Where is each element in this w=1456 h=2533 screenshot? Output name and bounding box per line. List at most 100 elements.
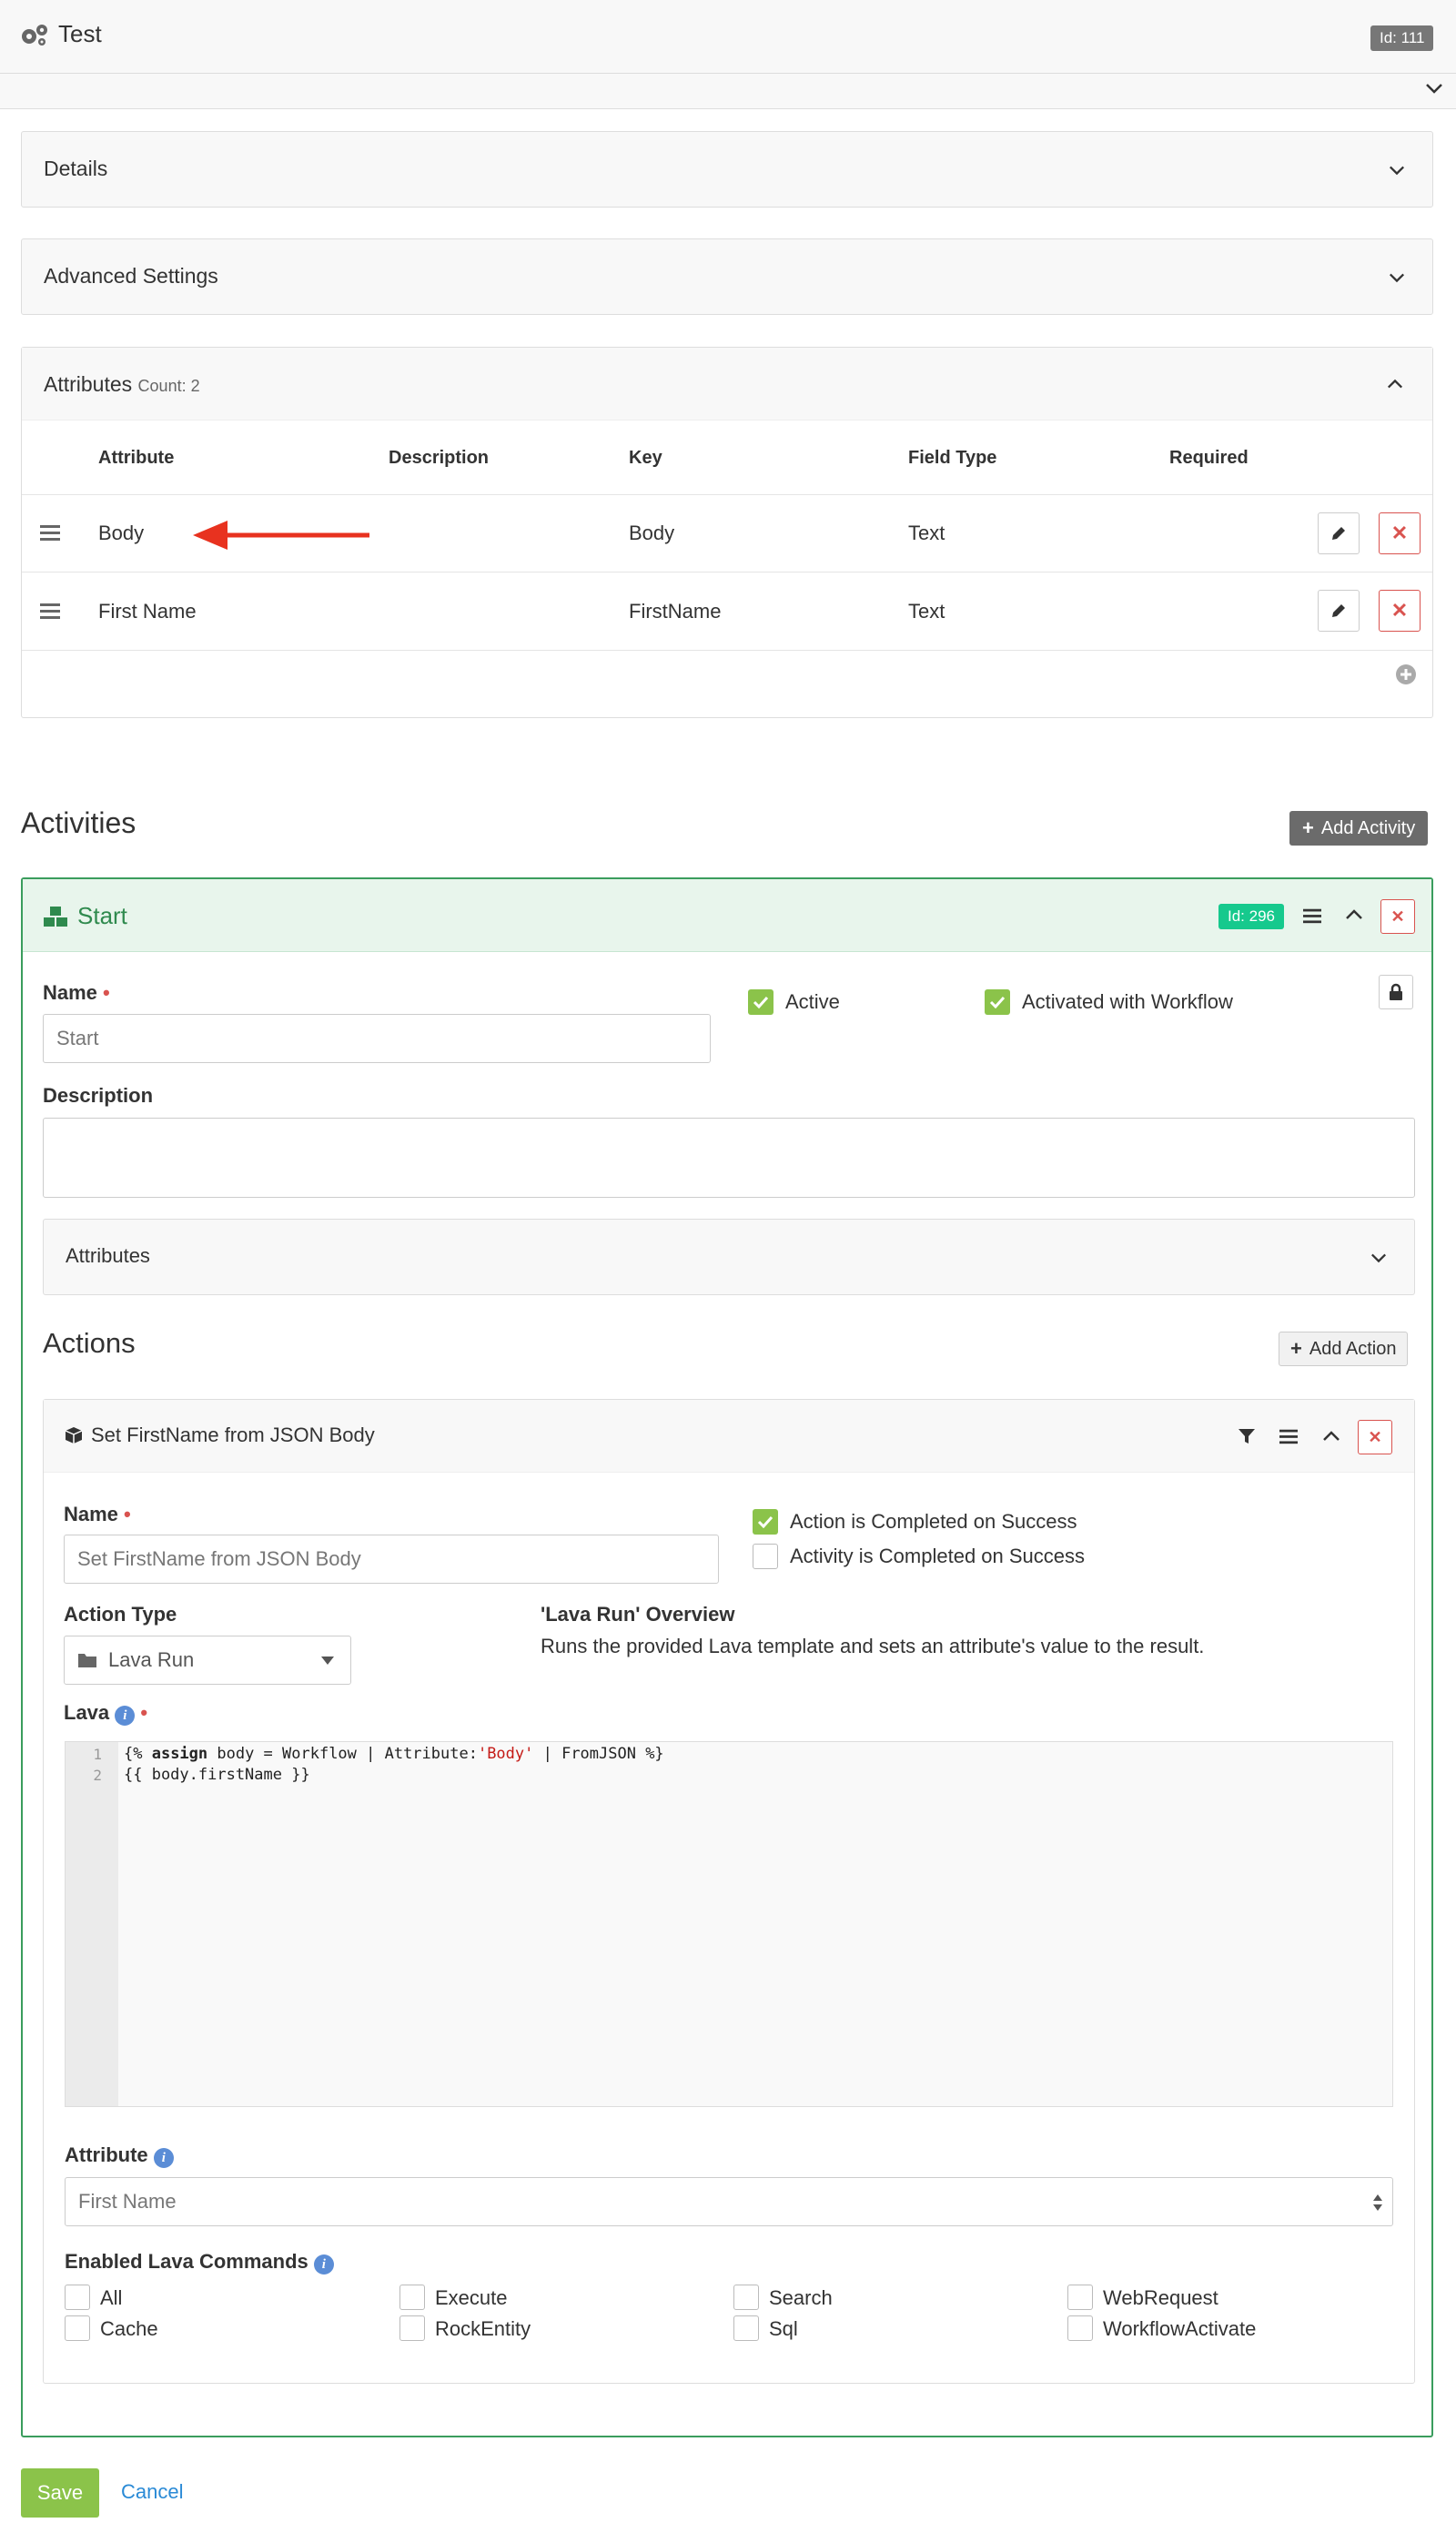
attributes-panel-title: Attributes Count: 2 xyxy=(44,372,200,397)
active-checkbox[interactable] xyxy=(748,989,774,1015)
code-token: body = Workflow | Attribute: xyxy=(207,1745,478,1763)
advanced-settings-panel[interactable]: Advanced Settings xyxy=(21,238,1433,315)
pencil-icon xyxy=(1332,604,1345,617)
attribute-key: Body xyxy=(629,522,675,544)
info-icon[interactable]: i xyxy=(313,2254,334,2275)
required-indicator: • xyxy=(140,1701,148,1724)
activities-heading: Activities xyxy=(21,806,136,839)
delete-button[interactable]: ✕ xyxy=(1379,590,1421,632)
edit-button[interactable] xyxy=(1318,590,1360,632)
col-header-attribute: Attribute xyxy=(98,448,175,468)
add-action-button[interactable]: + Add Action xyxy=(1279,1332,1409,1366)
add-action-label: Add Action xyxy=(1309,1338,1397,1359)
command-checkbox-rockentity[interactable] xyxy=(399,2315,425,2341)
action-header[interactable]: Set FirstName from JSON Body ✕ xyxy=(44,1400,1414,1473)
details-panel[interactable]: Details xyxy=(21,131,1433,208)
attributes-panel-header[interactable]: Attributes Count: 2 xyxy=(22,348,1432,420)
required-indicator: • xyxy=(124,1503,131,1525)
table-divider xyxy=(22,494,1432,495)
folder-icon xyxy=(78,1654,96,1667)
activity-completed-label: Activity is Completed on Success xyxy=(790,1545,1086,1567)
info-icon[interactable]: i xyxy=(153,2148,174,2168)
check-icon xyxy=(753,996,769,1008)
close-icon: ✕ xyxy=(1368,1427,1382,1446)
command-label: Execute xyxy=(435,2286,508,2309)
line-number-gutter xyxy=(66,1742,118,2106)
attribute-field-type: Text xyxy=(908,522,945,544)
delete-button[interactable]: ✕ xyxy=(1379,512,1421,554)
chevron-up-icon[interactable] xyxy=(1322,1430,1340,1443)
command-checkbox-search[interactable] xyxy=(733,2285,759,2310)
code-token: {% xyxy=(124,1745,152,1763)
chevron-down-icon[interactable] xyxy=(1370,1250,1387,1266)
code-string: 'Body' xyxy=(477,1745,534,1763)
close-icon: ✕ xyxy=(1390,599,1409,622)
col-header-description: Description xyxy=(389,448,490,468)
lava-code-editor[interactable]: 1 {% assign body = Workflow | Attribute:… xyxy=(65,1741,1393,2107)
command-label: RockEntity xyxy=(435,2317,531,2340)
action-type-select[interactable]: Lava Run xyxy=(64,1636,351,1685)
command-checkbox-sql[interactable] xyxy=(733,2315,759,2341)
drag-handle-icon[interactable] xyxy=(40,603,60,619)
attribute-select[interactable]: First Name xyxy=(65,2177,1393,2226)
command-checkbox-all[interactable] xyxy=(65,2285,90,2310)
activity-completed-checkbox[interactable] xyxy=(753,1544,778,1569)
activity-header[interactable]: Start Id: 296 ✕ xyxy=(23,879,1431,952)
reorder-icon[interactable] xyxy=(1279,1428,1298,1444)
overview-title: 'Lava Run' Overview xyxy=(541,1603,735,1626)
select-arrows-icon xyxy=(1373,2194,1382,2211)
command-label: Cache xyxy=(100,2317,158,2340)
cancel-link[interactable]: Cancel xyxy=(121,2480,183,2504)
attribute-label: Attribute i xyxy=(65,2143,174,2168)
action-type-value: Lava Run xyxy=(108,1648,195,1671)
drag-handle-icon[interactable] xyxy=(40,524,60,541)
command-checkbox-cache[interactable] xyxy=(65,2315,90,2341)
table-divider xyxy=(22,650,1432,651)
line-number: 2 xyxy=(93,1767,102,1784)
action-name-input[interactable]: Set FirstName from JSON Body xyxy=(64,1535,719,1584)
action-completed-label: Action is Completed on Success xyxy=(790,1510,1077,1533)
actions-heading: Actions xyxy=(43,1327,136,1359)
command-checkbox-workflowactivate[interactable] xyxy=(1067,2315,1093,2341)
lava-label-text: Lava xyxy=(64,1701,110,1724)
lava-label: Lava i • xyxy=(64,1701,147,1726)
chevron-up-icon[interactable] xyxy=(1345,908,1363,921)
command-checkbox-webrequest[interactable] xyxy=(1067,2285,1093,2310)
action-name-label-text: Name xyxy=(64,1503,118,1525)
code-keyword: assign xyxy=(151,1745,208,1763)
active-label: Active xyxy=(785,990,840,1013)
activated-with-workflow-checkbox[interactable] xyxy=(985,989,1010,1015)
cubes-icon xyxy=(44,907,67,927)
command-label: Search xyxy=(769,2286,833,2309)
activity-name-label: Name • xyxy=(43,981,110,1005)
close-icon: ✕ xyxy=(1390,907,1405,926)
lock-button[interactable] xyxy=(1379,975,1413,1009)
save-button[interactable]: Save xyxy=(21,2468,99,2518)
code-line: {{ body.firstName }} xyxy=(124,1766,310,1784)
col-header-key: Key xyxy=(629,448,662,468)
info-icon[interactable]: i xyxy=(115,1706,136,1726)
activity-description-textarea[interactable] xyxy=(43,1118,1415,1198)
chevron-down-icon[interactable] xyxy=(1389,162,1405,178)
edit-button[interactable] xyxy=(1318,512,1360,554)
add-attribute-icon[interactable] xyxy=(1395,664,1417,685)
reorder-icon[interactable] xyxy=(1303,907,1321,924)
red-arrow-annotation xyxy=(193,521,369,550)
command-checkbox-execute[interactable] xyxy=(399,2285,425,2310)
activity-description-label: Description xyxy=(43,1084,154,1107)
activity-title: Start xyxy=(77,902,127,929)
chevron-up-icon[interactable] xyxy=(1387,376,1403,392)
activity-name-input[interactable]: Start xyxy=(43,1014,711,1063)
command-label: WebRequest xyxy=(1103,2286,1218,2309)
activity-attributes-panel[interactable]: Attributes xyxy=(43,1219,1415,1295)
lock-icon xyxy=(1390,983,1402,1000)
chevron-down-icon[interactable] xyxy=(1389,269,1405,286)
action-completed-checkbox[interactable] xyxy=(753,1509,778,1535)
delete-activity-button[interactable]: ✕ xyxy=(1380,899,1415,934)
chevron-down-icon[interactable] xyxy=(1425,82,1443,95)
filter-icon[interactable] xyxy=(1238,1427,1256,1445)
add-activity-button[interactable]: + Add Activity xyxy=(1289,811,1429,846)
enabled-commands-label-text: Enabled Lava Commands xyxy=(65,2250,308,2273)
delete-action-button[interactable]: ✕ xyxy=(1358,1420,1392,1454)
plus-icon: + xyxy=(1302,816,1314,839)
